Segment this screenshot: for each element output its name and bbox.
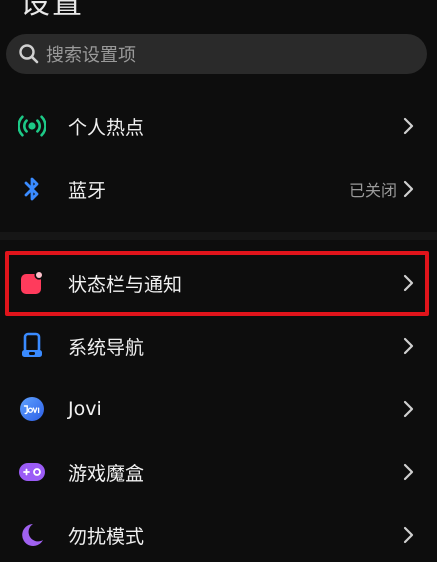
system-navigation-icon xyxy=(17,331,47,361)
hotspot-icon xyxy=(17,111,47,141)
highlight-box xyxy=(5,251,429,316)
page-title: 设置 xyxy=(20,0,84,21)
settings-item-system-navigation[interactable]: 系统导航 xyxy=(0,315,437,377)
settings-item-label: 勿扰模式 xyxy=(68,525,145,548)
settings-item-label: 游戏魔盒 xyxy=(68,462,145,485)
chevron-right-icon xyxy=(403,180,414,198)
settings-item-bluetooth[interactable]: 蓝牙 已关闭 xyxy=(0,158,437,220)
chevron-right-icon xyxy=(403,117,414,135)
section-divider xyxy=(0,232,437,240)
chevron-right-icon xyxy=(403,400,414,418)
settings-item-label: 系统导航 xyxy=(68,336,145,359)
chevron-right-icon xyxy=(403,463,414,481)
settings-item-label: 蓝牙 xyxy=(68,179,107,202)
settings-item-hotspot[interactable]: 个人热点 xyxy=(0,95,437,157)
moon-icon xyxy=(17,520,47,550)
settings-page: 设置 搜索设置项 个人热点 蓝牙 已关闭 状态栏与通知 系统导航 Jovi 游戏… xyxy=(0,0,437,562)
game-box-icon xyxy=(17,457,47,487)
search-bar[interactable]: 搜索设置项 xyxy=(6,34,427,74)
search-placeholder: 搜索设置项 xyxy=(46,45,136,66)
chevron-right-icon xyxy=(403,526,414,544)
jovi-icon xyxy=(17,394,47,424)
bluetooth-status: 已关闭 xyxy=(348,181,397,200)
settings-item-label: Jovi xyxy=(68,398,102,420)
search-icon xyxy=(19,44,39,64)
settings-item-game-box[interactable]: 游戏魔盒 xyxy=(0,441,437,503)
settings-item-label: 个人热点 xyxy=(68,116,145,139)
chevron-right-icon xyxy=(403,337,414,355)
settings-item-do-not-disturb[interactable]: 勿扰模式 xyxy=(0,504,437,562)
settings-item-jovi[interactable]: Jovi xyxy=(0,378,437,440)
bluetooth-icon xyxy=(17,174,47,204)
